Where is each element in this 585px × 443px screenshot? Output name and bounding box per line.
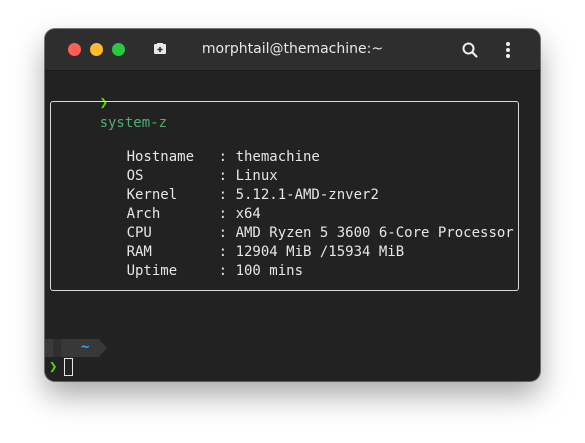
input-line[interactable]: ❯ [49,357,57,377]
prompt-segment [45,339,107,357]
minimize-button[interactable] [90,43,103,56]
info-row-arch: Arch: x64 [76,186,261,222]
text-cursor [64,358,73,376]
maximize-button[interactable] [112,43,125,56]
info-row-os: OS: Linux [76,148,278,184]
info-value: 100 mins [235,263,304,279]
command-line: ❯ system-z [49,73,167,131]
close-button[interactable] [68,43,81,56]
kebab-menu-icon[interactable] [500,40,516,60]
info-key: Uptime [126,263,178,279]
info-separator: : [218,263,228,279]
info-row-hostname: Hostname: themachine [76,129,320,165]
info-row-ram: RAM:12904 MiB /15934 MiB [76,224,405,260]
terminal-window: morphtail@themachine:~ ❯ system-z Hostna… [45,29,540,381]
new-tab-icon[interactable] [152,41,168,57]
search-icon[interactable] [461,41,479,59]
cwd-indicator: ~ [81,339,90,355]
info-row-kernel: Kernel:5.12.1-AMD-znver2 [76,167,379,203]
info-row-cpu: CPU: AMD Ryzen 5 3600 6-Core Processor [76,205,514,241]
title-bar: morphtail@themachine:~ [45,29,540,71]
prompt-chevron: ❯ [49,359,58,375]
window-title: morphtail@themachine:~ [201,41,384,57]
info-row-uptime: Uptime:100 mins [76,243,303,279]
